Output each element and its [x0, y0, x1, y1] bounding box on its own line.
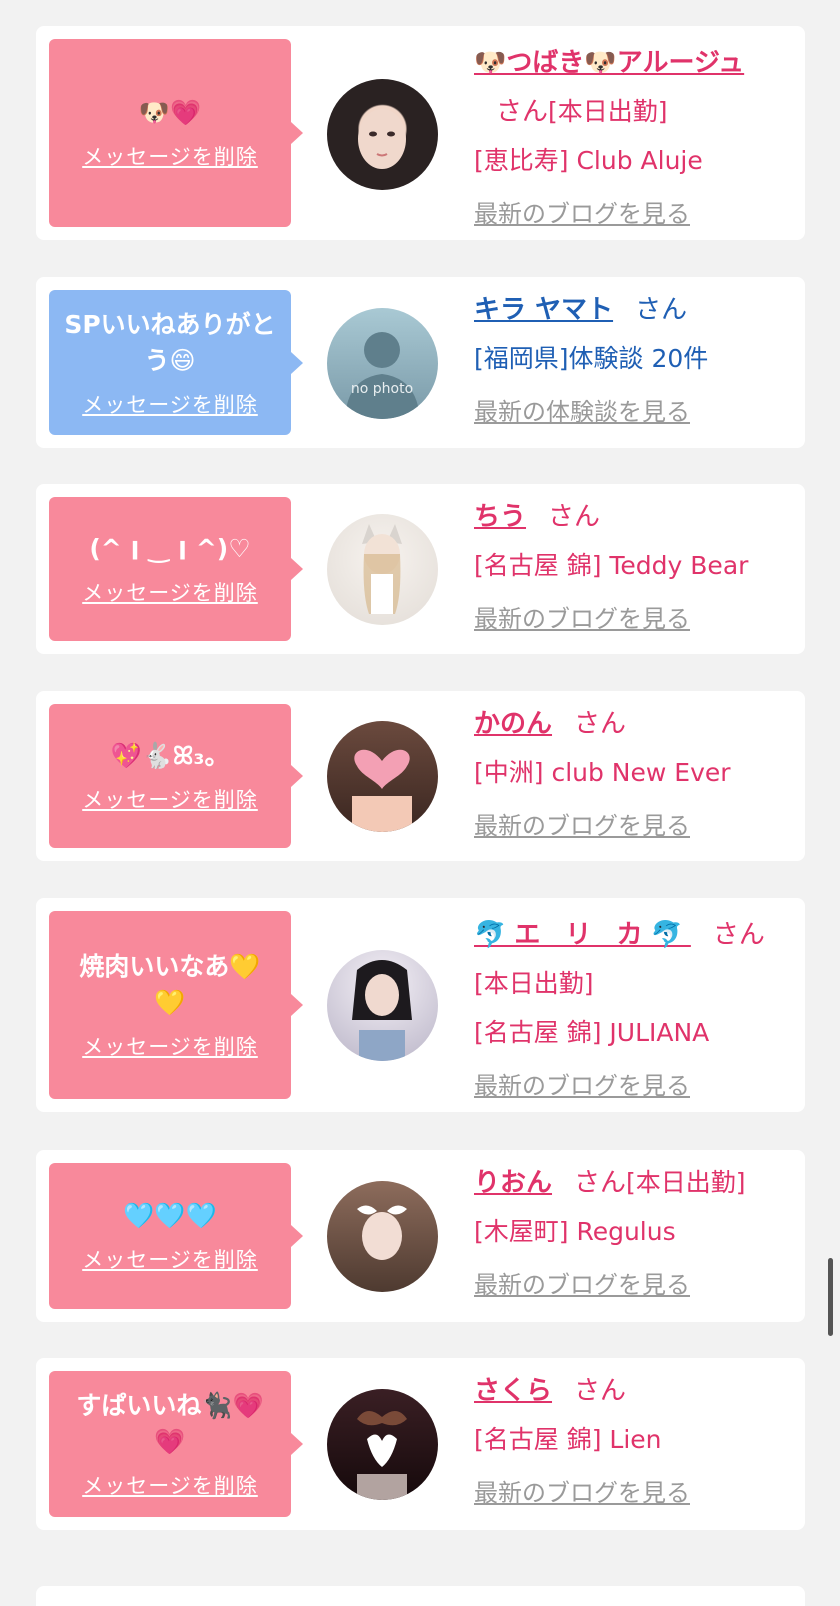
message-text: 💖🐇ꕤ₃。: [110, 741, 230, 770]
avatar[interactable]: [327, 1181, 438, 1292]
message-card: すぱいいね🐈‍⬛💗💗 メッセージを削除 さくら さん [名古屋 錦] Lien 最…: [36, 1358, 805, 1530]
no-photo-silhouette: no photo: [345, 332, 420, 419]
message-bubble: SPいいねありがとう😄 メッセージを削除: [49, 290, 303, 435]
message-text: 🩵🩵🩵: [123, 1201, 217, 1230]
message-text: (^ ׀ ‿ ׀ ^)♡: [89, 534, 251, 563]
honorific: さん: [574, 1168, 627, 1198]
user-name-link[interactable]: さくら: [474, 1376, 552, 1406]
shop-info: [名古屋 錦] Lien: [474, 1425, 662, 1454]
message-bubble: 💖🐇ꕤ₃。 メッセージを削除: [49, 704, 303, 848]
message-bubble: 焼肉いいなあ💛💛 メッセージを削除: [49, 911, 303, 1099]
message-text: SPいいねありがとう😄: [64, 309, 276, 375]
message-bubble: (^ ׀ ‿ ׀ ^)♡ メッセージを削除: [49, 497, 303, 641]
honorific: さん: [635, 295, 688, 325]
shop-info: [名古屋 錦] JULIANA: [474, 1018, 710, 1047]
message-text: 焼肉いいなあ💛💛: [79, 952, 261, 1017]
latest-review-link[interactable]: 最新の体験談を見る: [474, 392, 690, 427]
avatar[interactable]: [327, 950, 438, 1061]
portrait-image: [358, 109, 406, 169]
shop-info: [木屋町] Regulus: [474, 1217, 676, 1246]
portrait-image: [357, 1410, 407, 1500]
message-card: 🐶💗 メッセージを削除 🐶つばき🐶アルージュさん[本日出勤] [恵比寿] Clu…: [36, 26, 805, 240]
delete-message-link[interactable]: メッセージを削除: [82, 1470, 258, 1500]
latest-blog-link[interactable]: 最新のブログを見る: [474, 599, 690, 634]
message-text: すぱいいね🐈‍⬛💗💗: [76, 1391, 264, 1456]
user-info: さくら さん [名古屋 錦] Lien 最新のブログを見る: [474, 1368, 784, 1508]
work-status: [本日出勤]: [626, 1168, 746, 1197]
user-info: 🐬エ リ カ🐬 さん [本日出勤] [名古屋 錦] JULIANA 最新のブログを見…: [474, 912, 784, 1101]
shop-info: [名古屋 錦] Teddy Bear: [474, 551, 749, 580]
delete-message-link[interactable]: メッセージを削除: [82, 389, 258, 419]
avatar[interactable]: [327, 1389, 438, 1500]
delete-message-link[interactable]: メッセージを削除: [82, 141, 258, 171]
user-info: 🐶つばき🐶アルージュさん[本日出勤] [恵比寿] Club Aluje 最新のブ…: [474, 40, 784, 229]
user-name-link[interactable]: りおん: [474, 1168, 552, 1198]
honorific: さん: [574, 709, 627, 739]
portrait-image: [352, 749, 412, 832]
avatar[interactable]: no photo: [327, 308, 438, 419]
work-status: [本日出勤]: [548, 97, 668, 126]
no-photo-label: no photo: [351, 381, 413, 397]
user-name-link[interactable]: かのん: [474, 709, 552, 739]
user-name-link[interactable]: ちう: [474, 502, 526, 532]
latest-blog-link[interactable]: 最新のブログを見る: [474, 1265, 690, 1300]
portrait-image: [352, 960, 412, 1061]
honorific: さん: [548, 502, 601, 532]
message-card: 焼肉いいなあ💛💛 メッセージを削除 🐬エ リ カ🐬 さん [本日出勤] [名古屋 錦…: [36, 898, 805, 1112]
message-card: (^ ׀ ‿ ׀ ^)♡ メッセージを削除 ちう さん [名古屋 錦] Teddy…: [36, 484, 805, 654]
message-bubble: 🩵🩵🩵 メッセージを削除: [49, 1163, 303, 1309]
user-info: かのん さん [中洲] club New Ever 最新のブログを見る: [474, 701, 784, 841]
message-text: 🐶💗: [138, 98, 202, 127]
delete-message-link[interactable]: メッセージを削除: [82, 577, 258, 607]
honorific: さん: [496, 97, 549, 127]
message-card: 💖🐇ꕤ₃。 メッセージを削除 かのん さん [中洲] club New Ever …: [36, 691, 805, 861]
portrait-image: [362, 524, 402, 614]
latest-blog-link[interactable]: 最新のブログを見る: [474, 1473, 690, 1508]
user-name-link[interactable]: キラ ヤマト: [474, 295, 613, 325]
delete-message-link[interactable]: メッセージを削除: [82, 1031, 258, 1061]
user-info: りおん さん[本日出勤] [木屋町] Regulus 最新のブログを見る: [474, 1160, 784, 1300]
message-bubble: すぱいいね🐈‍⬛💗💗 メッセージを削除: [49, 1371, 303, 1517]
latest-blog-link[interactable]: 最新のブログを見る: [474, 1066, 690, 1101]
user-name-link[interactable]: 🐶つばき🐶アルージュ: [474, 48, 744, 78]
latest-blog-link[interactable]: 最新のブログを見る: [474, 806, 690, 841]
delete-message-link[interactable]: メッセージを削除: [82, 784, 258, 814]
shop-info: [恵比寿] Club Aluje: [474, 146, 703, 175]
honorific: さん: [712, 920, 765, 950]
user-info: ちう さん [名古屋 錦] Teddy Bear 最新のブログを見る: [474, 494, 784, 634]
user-name-link[interactable]: 🐬エ リ カ🐬: [474, 920, 691, 950]
work-status: [本日出勤]: [474, 969, 594, 998]
honorific: さん: [574, 1376, 627, 1406]
avatar[interactable]: [327, 721, 438, 832]
shop-info: [福岡県]体験談 20件: [474, 344, 709, 373]
latest-blog-link[interactable]: 最新のブログを見る: [474, 194, 690, 229]
scrollbar-thumb[interactable]: [828, 1258, 833, 1336]
user-info: キラ ヤマト さん [福岡県]体験談 20件 最新の体験談を見る: [474, 287, 784, 427]
delete-message-link[interactable]: メッセージを削除: [82, 1244, 258, 1274]
message-bubble: 🐶💗 メッセージを削除: [49, 39, 303, 227]
avatar[interactable]: [327, 79, 438, 190]
avatar[interactable]: [327, 514, 438, 625]
shop-info: [中洲] club New Ever: [474, 758, 731, 787]
next-card-edge: [36, 1586, 805, 1606]
message-card: SPいいねありがとう😄 メッセージを削除 no photo キラ ヤマト さん […: [36, 277, 805, 448]
portrait-image: [357, 1205, 407, 1260]
message-card: 🩵🩵🩵 メッセージを削除 りおん さん[本日出勤] [木屋町] Regulus 最…: [36, 1150, 805, 1322]
